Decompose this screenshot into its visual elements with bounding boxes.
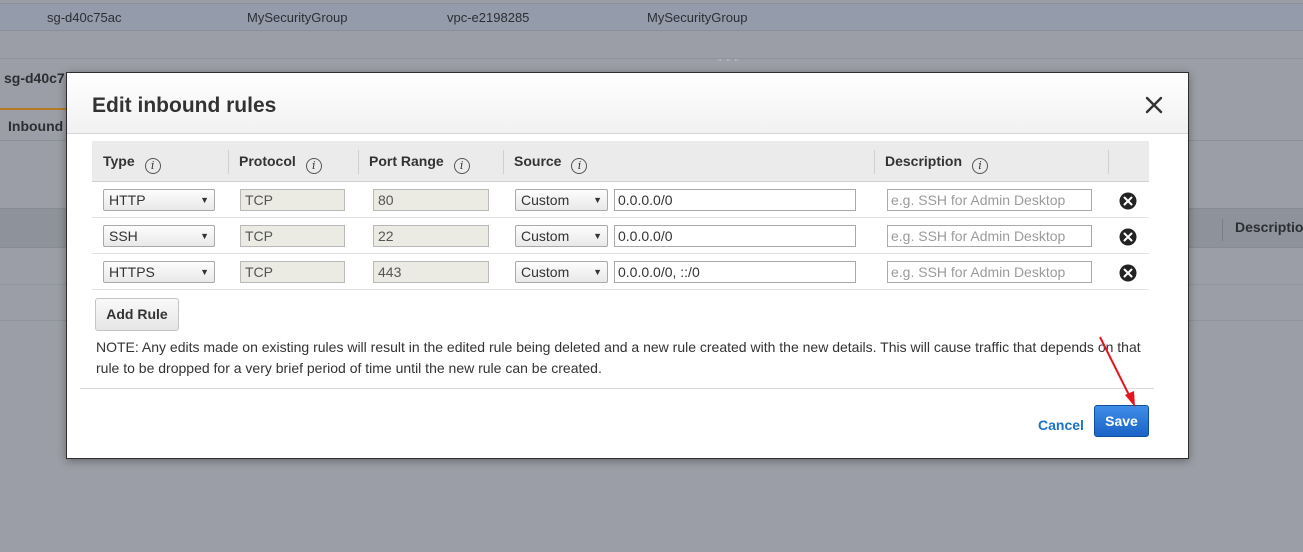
source-type-value: Custom — [521, 192, 570, 208]
tab-inbound-label: Inbound — [8, 118, 64, 134]
source-header: Source i — [514, 141, 588, 182]
source-input[interactable]: 0.0.0.0/0 — [614, 225, 856, 247]
delete-rule-icon[interactable] — [1119, 192, 1137, 210]
protocol-header: Protocol i — [239, 141, 322, 182]
protocol-field: TCP — [240, 225, 345, 247]
port-range-header: Port Range i — [369, 141, 470, 182]
type-select-value: HTTPS — [109, 264, 155, 280]
resize-handle[interactable]: " " " — [718, 58, 739, 69]
dropdown-arrow-icon: ▼ — [200, 231, 209, 241]
empty-row — [0, 31, 1303, 59]
column-divider — [228, 150, 229, 174]
description-header-label: Description — [885, 153, 963, 169]
source-header-label: Source — [514, 153, 562, 169]
dialog-header: Edit inbound rules — [67, 73, 1188, 134]
dropdown-arrow-icon: ▼ — [593, 267, 602, 277]
column-divider — [503, 150, 504, 174]
table-row: SSH ▼ TCP 22 Custom ▼ 0.0.0.0/0 e.g. SSH f… — [92, 218, 1149, 254]
description-header: Description i — [885, 141, 989, 182]
info-icon[interactable]: i — [453, 158, 470, 174]
protocol-field: TCP — [240, 261, 345, 283]
security-group-row[interactable]: sg-d40c75ac MySecurityGroup vpc-e2198285… — [0, 3, 1303, 31]
edit-inbound-rules-dialog: Edit inbound rules Type i Protocol i Port … — [66, 72, 1189, 459]
type-header: Type i — [103, 141, 161, 182]
description-input[interactable]: e.g. SSH for Admin Desktop — [887, 225, 1092, 247]
column-divider — [874, 150, 875, 174]
type-select-value: HTTP — [109, 192, 146, 208]
footer-divider — [80, 388, 1154, 389]
source-type-select[interactable]: Custom ▼ — [515, 225, 608, 247]
type-select[interactable]: HTTP ▼ — [103, 189, 215, 211]
rules-header-row: Type i Protocol i Port Range i Source i Desc… — [92, 141, 1149, 182]
delete-rule-icon[interactable] — [1119, 264, 1137, 282]
info-icon[interactable]: i — [972, 158, 989, 174]
table-row: HTTP ▼ TCP 80 Custom ▼ 0.0.0.0/0 e.g. SSH … — [92, 182, 1149, 218]
vpc-id-cell: vpc-e2198285 — [447, 10, 530, 25]
info-icon[interactable]: i — [144, 158, 161, 174]
source-type-select[interactable]: Custom ▼ — [515, 189, 608, 211]
protocol-field: TCP — [240, 189, 345, 211]
port-range-field: 80 — [373, 189, 489, 211]
source-type-select[interactable]: Custom ▼ — [515, 261, 608, 283]
info-icon[interactable]: i — [571, 158, 588, 174]
description-input[interactable]: e.g. SSH for Admin Desktop — [887, 261, 1092, 283]
group-description-cell: MySecurityGroup — [647, 10, 748, 25]
source-type-value: Custom — [521, 228, 570, 244]
source-input[interactable]: 0.0.0.0/0 — [614, 189, 856, 211]
description-column-header: Descriptio — [1222, 219, 1303, 241]
save-button[interactable]: Save — [1094, 405, 1149, 437]
tab-inbound[interactable]: Inbound — [0, 108, 70, 141]
info-icon[interactable]: i — [305, 158, 322, 174]
column-divider — [1108, 150, 1109, 174]
dropdown-arrow-icon: ▼ — [200, 195, 209, 205]
dropdown-arrow-icon: ▼ — [593, 195, 602, 205]
selected-group-id: sg-d40c7 — [4, 70, 65, 86]
type-select-value: SSH — [109, 228, 138, 244]
port-range-field: 22 — [373, 225, 489, 247]
type-select[interactable]: SSH ▼ — [103, 225, 215, 247]
type-header-label: Type — [103, 153, 135, 169]
type-select[interactable]: HTTPS ▼ — [103, 261, 215, 283]
add-rule-button[interactable]: Add Rule — [95, 298, 179, 331]
column-divider — [358, 150, 359, 174]
dropdown-arrow-icon: ▼ — [593, 231, 602, 241]
close-icon[interactable] — [1144, 95, 1164, 115]
description-input[interactable]: e.g. SSH for Admin Desktop — [887, 189, 1092, 211]
edit-warning-note: NOTE: Any edits made on existing rules w… — [96, 339, 1141, 376]
cancel-button[interactable]: Cancel — [1038, 417, 1084, 433]
port-range-header-label: Port Range — [369, 153, 444, 169]
group-id-cell: sg-d40c75ac — [47, 10, 122, 25]
dialog-title: Edit inbound rules — [92, 94, 277, 117]
source-type-value: Custom — [521, 264, 570, 280]
dropdown-arrow-icon: ▼ — [200, 267, 209, 277]
port-range-field: 443 — [373, 261, 489, 283]
source-input[interactable]: 0.0.0.0/0, ::/0 — [614, 261, 856, 283]
delete-rule-icon[interactable] — [1119, 228, 1137, 246]
protocol-header-label: Protocol — [239, 153, 296, 169]
group-name-cell: MySecurityGroup — [247, 10, 348, 25]
table-row: HTTPS ▼ TCP 443 Custom ▼ 0.0.0.0/0, ::/0 e… — [92, 254, 1149, 290]
